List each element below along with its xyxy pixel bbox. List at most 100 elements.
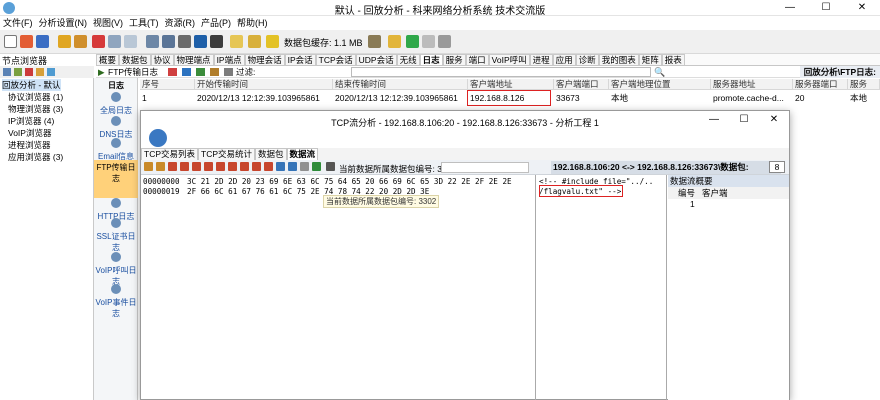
dialog-maximize-button[interactable]: ☐: [729, 111, 759, 129]
tab-process[interactable]: 进程: [529, 54, 553, 65]
tree-node-protocol[interactable]: 协议浏览器 (1): [8, 91, 63, 103]
menu-resources[interactable]: 资源(R): [162, 16, 199, 30]
table-icon[interactable]: [124, 35, 137, 48]
monitor-icon[interactable]: [210, 35, 223, 48]
client-color-icon[interactable]: [276, 162, 285, 171]
col-header[interactable]: 服务: [848, 79, 880, 90]
column-select[interactable]: [441, 162, 529, 173]
tab-packets[interactable]: 数据包: [119, 54, 151, 65]
hex-icon[interactable]: [168, 162, 177, 171]
tree-edit-icon[interactable]: [36, 68, 44, 76]
menu-view[interactable]: 视图(V): [90, 16, 126, 30]
open-folder-icon[interactable]: [388, 35, 401, 48]
play-icon[interactable]: [406, 35, 419, 48]
folder-icon[interactable]: [210, 68, 219, 76]
log-email[interactable]: Email信息: [94, 138, 138, 162]
copy-icon[interactable]: [224, 68, 233, 76]
summary-col-client[interactable]: 客户端: [702, 187, 728, 199]
menu-analysis-settings[interactable]: 分析设置(N): [36, 16, 91, 30]
packet-count-field[interactable]: 8: [769, 161, 785, 173]
table-cell[interactable]: 2020/12/13 12:12:39.103965861: [333, 92, 468, 104]
col-header[interactable]: 序号: [140, 79, 195, 90]
dialog-close-button[interactable]: ✕: [759, 111, 789, 129]
tab-packets[interactable]: 数据包: [255, 148, 287, 160]
settings-icon[interactable]: [58, 35, 71, 48]
minimize-button[interactable]: —: [772, 0, 808, 16]
menu-product[interactable]: 产品(P): [198, 16, 234, 30]
maximize-button[interactable]: ☐: [808, 0, 844, 16]
tree-node-physical[interactable]: 物理浏览器 (3): [8, 103, 63, 115]
menu-tools[interactable]: 工具(T): [126, 16, 162, 30]
log-ftp[interactable]: FTP传输日志: [94, 160, 138, 198]
col-header[interactable]: 客户端端口: [554, 79, 609, 90]
tools2-icon[interactable]: [178, 35, 191, 48]
table-cell[interactable]: 本地: [848, 92, 880, 104]
add-icon[interactable]: [92, 35, 105, 48]
summary-col-id[interactable]: 编号: [678, 187, 695, 199]
table-cell[interactable]: 33673: [554, 92, 609, 104]
tab-protocol[interactable]: 协议: [150, 54, 174, 65]
tab-data-stream[interactable]: 数据流: [286, 148, 319, 160]
col-header[interactable]: 开始传输时间: [195, 79, 333, 90]
filter-icon[interactable]: [146, 35, 159, 48]
tree-refresh-icon[interactable]: [47, 68, 55, 76]
edit-icon[interactable]: [230, 35, 243, 48]
table-cell[interactable]: promote.cache-d...: [711, 92, 793, 104]
print-icon[interactable]: [300, 162, 309, 171]
col-header[interactable]: 结束传输时间: [333, 79, 468, 90]
base64-icon[interactable]: [252, 162, 261, 171]
format-icon[interactable]: [144, 162, 153, 171]
tab-diagnosis[interactable]: 诊断: [575, 54, 599, 65]
log-ssl[interactable]: SSL证书日志: [94, 218, 138, 253]
utf-icon[interactable]: [192, 162, 201, 171]
table-cell[interactable]: 本地: [609, 92, 711, 104]
tab-tcp-sessions[interactable]: TCP会话: [315, 54, 356, 65]
pause-icon[interactable]: [422, 35, 435, 48]
menu-help[interactable]: 帮助(H): [234, 16, 271, 30]
filter-input[interactable]: [351, 67, 651, 77]
tree-node-voip[interactable]: VoIP浏览器: [8, 127, 51, 139]
log-global[interactable]: 全局日志: [94, 92, 138, 116]
info-icon[interactable]: [326, 162, 335, 171]
tab-matrix[interactable]: 矩阵: [638, 54, 662, 65]
tree-expand-icon[interactable]: [3, 68, 11, 76]
tab-ports[interactable]: 端口: [465, 54, 489, 65]
list-icon[interactable]: [108, 35, 121, 48]
tab-ip-sessions[interactable]: IP会话: [284, 54, 316, 65]
dialog-minimize-button[interactable]: —: [699, 111, 729, 129]
tab-wireless[interactable]: 无线: [396, 54, 420, 65]
log-dns[interactable]: DNS日志: [94, 116, 138, 140]
search-icon[interactable]: 🔍: [654, 66, 665, 78]
tree-node-application[interactable]: 应用浏览器 (3): [8, 151, 63, 163]
tab-tcp-transactions[interactable]: TCP交易列表: [141, 148, 199, 160]
note-icon[interactable]: [248, 35, 261, 48]
tab-my-charts[interactable]: 我的图表: [598, 54, 639, 65]
save-icon[interactable]: [36, 35, 49, 48]
close-button[interactable]: ✕: [844, 0, 880, 16]
tab-report[interactable]: 报表: [661, 54, 685, 65]
tree-node-replay[interactable]: 回放分析 - 默认: [2, 79, 61, 91]
tab-services[interactable]: 服务: [442, 54, 466, 65]
tab-udp-sessions[interactable]: UDP会话: [355, 54, 397, 65]
table-cell[interactable]: 2020/12/13 12:12:39.103965861: [195, 92, 333, 104]
tree-node-process[interactable]: 进程浏览器: [8, 139, 51, 151]
find-icon[interactable]: [182, 68, 191, 76]
tab-physical-endpoints[interactable]: 物理端点: [173, 54, 214, 65]
ebcdic-icon[interactable]: [204, 162, 213, 171]
ascii-icon[interactable]: [180, 162, 189, 171]
tab-application[interactable]: 应用: [552, 54, 576, 65]
gzip-icon[interactable]: [264, 162, 273, 171]
col-header[interactable]: 服务器地址: [711, 79, 793, 90]
funnel-icon[interactable]: [162, 35, 175, 48]
pause-record-icon[interactable]: [368, 35, 381, 48]
export-icon[interactable]: [168, 68, 177, 76]
log-voip-event[interactable]: VoIP事件日志: [94, 284, 138, 319]
unicode-icon[interactable]: [216, 162, 225, 171]
table-cell[interactable]: 1: [140, 92, 195, 104]
summary-row[interactable]: 1: [668, 199, 789, 210]
tree-delete-icon[interactable]: [25, 68, 33, 76]
tab-summary[interactable]: 概要: [96, 54, 120, 65]
menu-file[interactable]: 文件(F): [0, 16, 36, 30]
refresh-icon[interactable]: [20, 35, 33, 48]
new-file-icon[interactable]: [4, 35, 17, 48]
